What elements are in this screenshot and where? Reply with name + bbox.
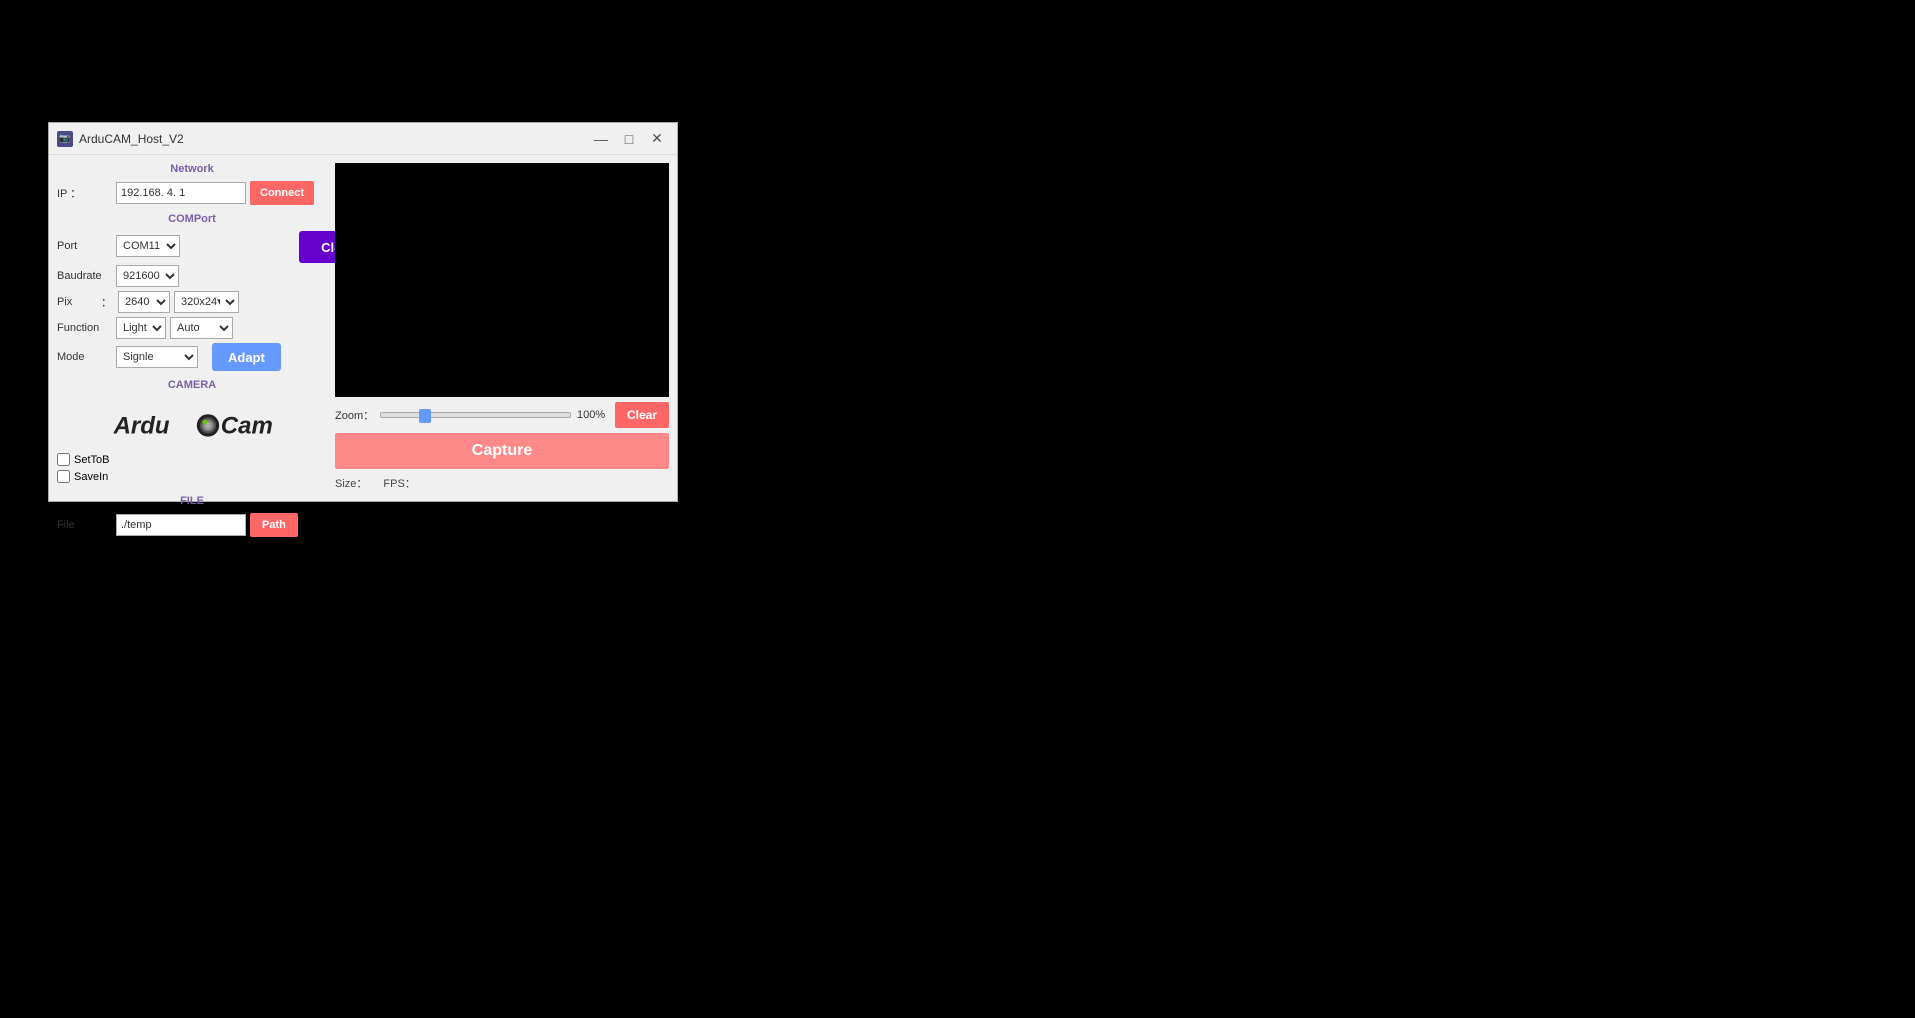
pix-size-select[interactable]: 320x24▾: [174, 291, 239, 313]
function-label: Function: [57, 322, 112, 334]
file-label: File: [57, 519, 112, 531]
pix-row: Pix ： 2640 320x24▾: [57, 291, 281, 313]
window-title: ArduCAM_Host_V2: [79, 132, 589, 146]
adapt-button[interactable]: Adapt: [212, 343, 281, 371]
baudrate-select[interactable]: 921600: [116, 265, 179, 287]
function-auto-select[interactable]: Auto Manual: [170, 317, 233, 339]
zoom-label: Zoom：: [335, 407, 374, 423]
mode-select[interactable]: Signle Continuous: [116, 346, 198, 368]
minimize-button[interactable]: —: [589, 129, 613, 149]
port-row: Port COM11: [57, 235, 281, 257]
baudrate-row: Baudrate 921600: [57, 265, 281, 287]
pix-select[interactable]: 2640: [118, 291, 170, 313]
network-section-label: Network: [57, 163, 327, 175]
svg-text:Ardu: Ardu: [113, 412, 170, 439]
zoom-percent: 100%: [577, 409, 609, 421]
port-label: Port: [57, 240, 112, 252]
file-row: File Path: [57, 513, 327, 537]
ip-row: IP ： Connect: [57, 181, 327, 205]
fps-label: FPS：: [383, 475, 415, 491]
mode-label: Mode: [57, 351, 112, 363]
pix-label: Pix: [57, 296, 97, 308]
window-body: Network IP ： Connect COMPort Port COM11: [49, 155, 677, 501]
left-panel: Network IP ： Connect COMPort Port COM11: [57, 163, 327, 493]
zoom-row: Zoom： 100% Clear: [335, 401, 669, 429]
preview-area: [335, 163, 669, 397]
settob-checkbox[interactable]: [57, 453, 70, 466]
settob-label: SetToB: [74, 454, 109, 466]
savein-checkbox[interactable]: [57, 470, 70, 483]
ip-label: IP ：: [57, 185, 112, 201]
maximize-button[interactable]: □: [617, 129, 641, 149]
port-select[interactable]: COM11: [116, 235, 180, 257]
file-section-label: FILE: [57, 495, 327, 507]
capture-button[interactable]: Capture: [335, 433, 669, 469]
window-controls: — □ ✕: [589, 129, 669, 149]
savein-label: SaveIn: [74, 471, 108, 483]
svg-text:Cam: Cam: [221, 412, 272, 439]
arducam-logo: Ardu Cam: [112, 401, 272, 445]
file-input[interactable]: [116, 514, 246, 536]
comport-section-label: COMPort: [57, 213, 327, 225]
camera-section-label: CAMERA: [57, 379, 327, 391]
zoom-slider-track[interactable]: [380, 412, 571, 418]
status-bar: Size： FPS：: [335, 473, 669, 493]
function-row: Function Light Dark Auto Manual: [57, 317, 281, 339]
titlebar: 📷 ArduCAM_Host_V2 — □ ✕: [49, 123, 677, 155]
connect-button[interactable]: Connect: [250, 181, 314, 205]
settob-row: SetToB: [57, 453, 327, 466]
right-panel: Zoom： 100% Clear Capture Size： FPS：: [335, 163, 669, 493]
baudrate-label: Baudrate: [57, 270, 112, 282]
path-button[interactable]: Path: [250, 513, 298, 537]
app-icon: 📷: [57, 131, 73, 147]
ip-input[interactable]: [116, 182, 246, 204]
close-button[interactable]: ✕: [645, 129, 669, 149]
main-window: 📷 ArduCAM_Host_V2 — □ ✕ Network IP ： Con…: [48, 122, 678, 502]
savein-row: SaveIn: [57, 470, 327, 483]
zoom-slider-thumb[interactable]: [419, 409, 431, 423]
function-select[interactable]: Light Dark: [116, 317, 166, 339]
arducam-logo-svg: Ardu Cam: [112, 401, 272, 445]
size-label: Size：: [335, 475, 367, 491]
clear-button[interactable]: Clear: [615, 402, 669, 428]
mode-row: Mode Signle Continuous Adapt: [57, 343, 281, 371]
